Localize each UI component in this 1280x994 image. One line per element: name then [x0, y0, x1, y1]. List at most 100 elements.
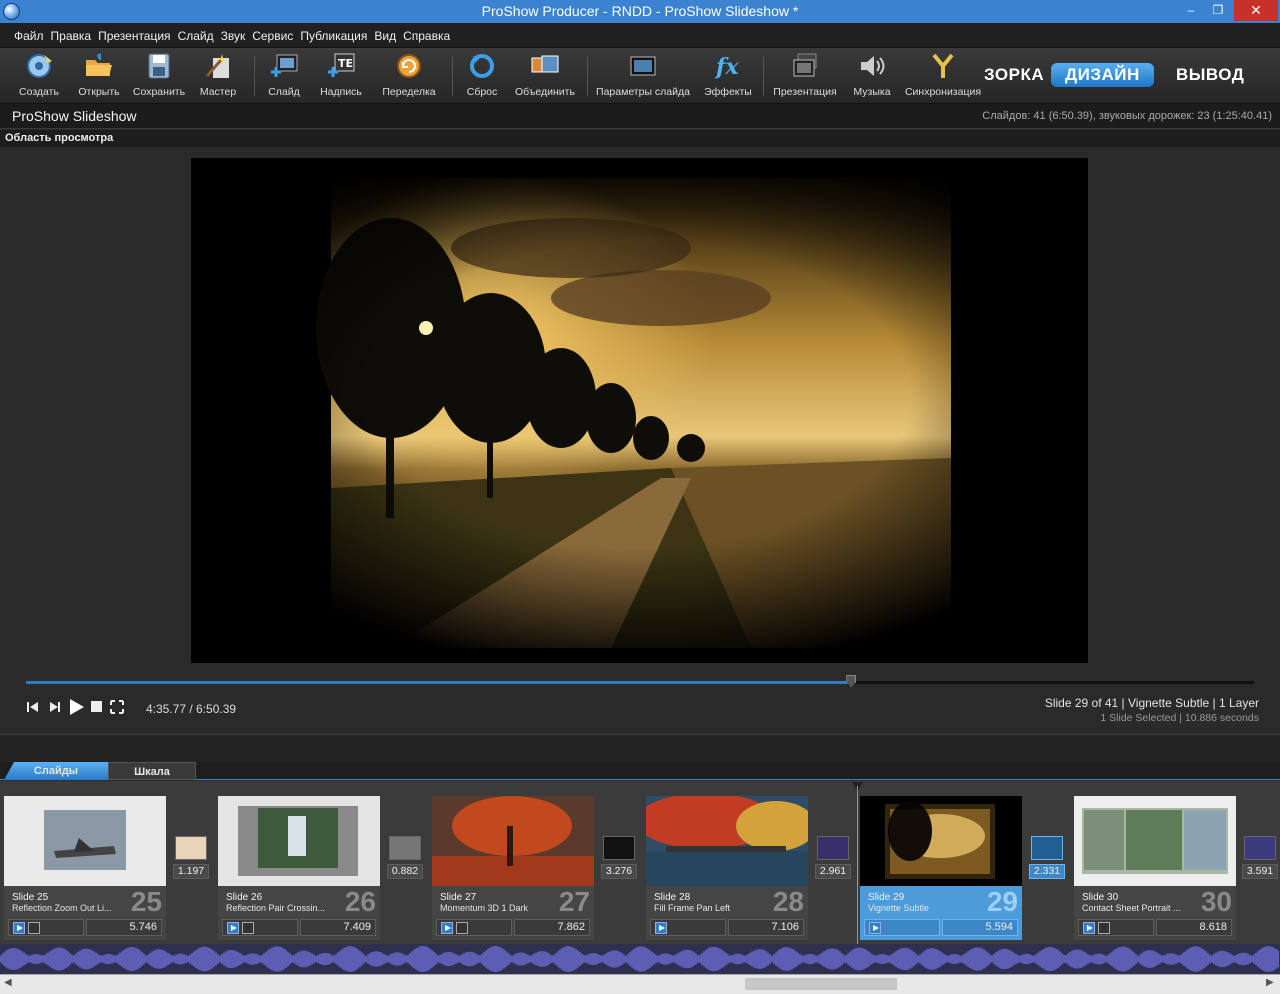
slide-duration[interactable]: 7.862: [514, 919, 590, 936]
toolbar-separator: [763, 56, 764, 96]
effects-button[interactable]: fx Эффекты: [704, 52, 752, 100]
add-slide-icon: [271, 54, 298, 77]
mode-output[interactable]: ВЫВОД: [1176, 65, 1244, 85]
music-button[interactable]: Музыка: [850, 52, 894, 100]
slide-number: 28: [772, 886, 804, 917]
transition-item[interactable]: 0.882: [387, 833, 423, 881]
slide-number: 26: [344, 886, 376, 917]
transition-item[interactable]: 2.331: [1029, 833, 1065, 881]
create-button[interactable]: Создать: [14, 52, 64, 100]
scroll-left-icon[interactable]: ◀: [4, 977, 12, 988]
slide-effect: Reflection Zoom Out Li...: [12, 903, 112, 913]
transition-icon: [1031, 836, 1063, 860]
menu-audio[interactable]: Звук: [221, 23, 252, 43]
transition-item[interactable]: 1.197: [173, 833, 209, 881]
menu-view[interactable]: Вид: [374, 23, 402, 43]
transition-item[interactable]: 2.961: [815, 833, 851, 881]
menu-help[interactable]: Справка: [403, 23, 456, 43]
menu-edit[interactable]: Правка: [51, 23, 98, 43]
slide-duration[interactable]: 5.746: [86, 919, 162, 936]
open-button[interactable]: Открыть: [74, 52, 124, 100]
minimize-button[interactable]: –: [1178, 0, 1204, 21]
slide-duration[interactable]: 7.409: [300, 919, 376, 936]
slide-number: 29: [986, 886, 1018, 917]
play-slide-icon[interactable]: [441, 922, 453, 934]
remake-button[interactable]: Переделка: [380, 52, 438, 100]
horizontal-scrollbar[interactable]: ◀ ▶: [0, 974, 1280, 994]
reset-button[interactable]: Сброс: [462, 52, 502, 100]
tab-slides[interactable]: Слайды: [4, 762, 108, 780]
mode-build[interactable]: ЗОРКА: [984, 65, 1044, 85]
reset-icon: [470, 54, 494, 78]
restore-button[interactable]: ❐: [1205, 0, 1231, 21]
transition-duration[interactable]: 3.591: [1242, 864, 1278, 879]
transition-duration[interactable]: 1.197: [173, 864, 209, 879]
slide-item-27[interactable]: Slide 27 Momentum 3D 1 Dark 27 7.862: [432, 796, 594, 940]
menu-file[interactable]: Файл: [14, 23, 50, 43]
slide-thumbnail: [646, 796, 808, 886]
play-slide-icon[interactable]: [13, 922, 25, 934]
merge-button[interactable]: Объединить: [512, 52, 578, 100]
transition-duration[interactable]: 2.961: [815, 864, 851, 879]
audio-waveform-track[interactable]: [0, 944, 1280, 974]
slide-item-28[interactable]: Slide 28 Fill Frame Pan Left 28 7.106: [646, 796, 808, 940]
skip-back-icon[interactable]: [26, 700, 40, 714]
slide-item-26[interactable]: Slide 26 Reflection Pair Crossin... 26 7…: [218, 796, 380, 940]
mode-design[interactable]: ДИЗАЙН: [1051, 63, 1154, 87]
slide-name: Slide 27: [440, 892, 477, 903]
transition-item[interactable]: 3.591: [1242, 833, 1278, 881]
slide-item-30[interactable]: Slide 30 Contact Sheet Portrait ... 30 8…: [1074, 796, 1236, 940]
slide-effect: Reflection Pair Crossin...: [226, 903, 326, 913]
fullscreen-icon[interactable]: [110, 700, 124, 714]
slide-number: 30: [1200, 886, 1232, 917]
preview-viewport[interactable]: [191, 158, 1088, 663]
menu-tools[interactable]: Сервис: [252, 23, 299, 43]
close-button[interactable]: ✕: [1234, 0, 1278, 21]
slide-duration[interactable]: 7.106: [728, 919, 804, 936]
progress-handle[interactable]: [846, 675, 857, 687]
add-slide-button[interactable]: Слайд: [262, 52, 306, 100]
play-slide-icon[interactable]: [655, 922, 667, 934]
transition-icon: [1244, 836, 1276, 860]
play-slide-icon[interactable]: [869, 922, 881, 934]
transition-duration[interactable]: 0.882: [387, 864, 423, 879]
sync-button[interactable]: Синхронизация: [903, 52, 983, 100]
show-options-icon: [793, 53, 817, 77]
window-title: ProShow Producer - RNDD - ProShow Slides…: [481, 3, 799, 19]
panel-splitter[interactable]: [0, 734, 1280, 762]
slide-duration[interactable]: 8.618: [1156, 919, 1232, 936]
merge-icon: [531, 55, 559, 73]
playback-progress-bar[interactable]: [26, 675, 1254, 687]
menu-publish[interactable]: Публикация: [300, 23, 373, 43]
scroll-right-icon[interactable]: ▶: [1266, 977, 1274, 988]
play-slide-icon[interactable]: [1083, 922, 1095, 934]
stop-icon[interactable]: [90, 700, 104, 714]
save-icon: [148, 53, 170, 79]
wizard-button[interactable]: Мастер: [195, 52, 241, 100]
menu-slide[interactable]: Слайд: [178, 23, 220, 43]
folder-open-icon: [86, 53, 112, 76]
play-icon[interactable]: [68, 698, 86, 716]
tab-timeline[interactable]: Шкала: [108, 762, 196, 780]
slide-list-tabs: Слайды Шкала: [0, 762, 1280, 780]
slide-name: Slide 26: [226, 892, 263, 903]
slide-number: 27: [558, 886, 590, 917]
transition-item[interactable]: 3.276: [601, 833, 637, 881]
toolbar-separator: [254, 56, 255, 96]
create-icon: [27, 54, 52, 78]
slide-options-button[interactable]: Параметры слайда: [594, 52, 692, 100]
caption-button[interactable]: TE Надпись: [318, 52, 364, 100]
slide-item-29[interactable]: Slide 29 Vignette Subtle 29 5.594: [860, 796, 1022, 940]
menu-show[interactable]: Презентация: [98, 23, 177, 43]
slide-item-25[interactable]: Slide 25 Reflection Zoom Out Li... 25 5.…: [4, 796, 166, 940]
scrollbar-thumb[interactable]: [745, 978, 897, 990]
slide-duration[interactable]: 5.594: [942, 919, 1018, 936]
play-slide-icon[interactable]: [227, 922, 239, 934]
save-button[interactable]: Сохранить: [132, 52, 186, 100]
project-bar: ProShow Slideshow Слайдов: 41 (6:50.39),…: [0, 104, 1280, 129]
transition-duration[interactable]: 3.276: [601, 864, 637, 879]
slide-thumbnail: [860, 796, 1022, 886]
show-options-button[interactable]: Презентация: [772, 52, 838, 100]
transition-duration[interactable]: 2.331: [1029, 864, 1065, 879]
skip-forward-icon[interactable]: [48, 700, 62, 714]
